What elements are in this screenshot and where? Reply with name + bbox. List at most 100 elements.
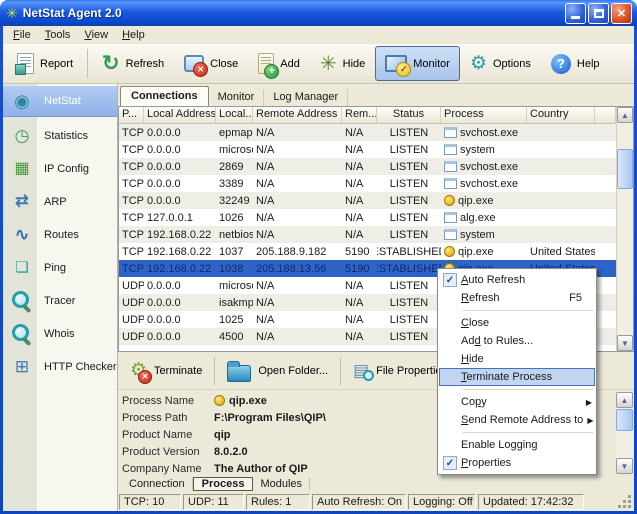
title-bar[interactable]: ✳ NetStat Agent 2.0 ✕ — [0, 0, 637, 26]
scroll-track[interactable] — [616, 408, 633, 458]
minimize-button[interactable] — [565, 3, 586, 24]
toolbar-add-button[interactable]: Add — [248, 46, 310, 81]
column-header-local_port[interactable]: Local... — [216, 107, 253, 123]
resize-grip[interactable] — [618, 494, 633, 510]
cell-text: 205.188.9.182 — [256, 246, 326, 258]
toolbar-hide-button[interactable]: ✳Hide — [310, 46, 375, 81]
sidebar-item-ping[interactable]: ❏Ping — [3, 251, 117, 284]
toolbar-monitor-button[interactable]: Monitor — [375, 46, 460, 81]
table-row[interactable]: TCP0.0.0.0microso...N/AN/ALISTENsystem — [119, 141, 633, 158]
column-header-remote_address[interactable]: Remote Address — [253, 107, 342, 123]
toolbar-options-button[interactable]: ⚙Options — [460, 46, 541, 81]
scroll-up-icon[interactable]: ▲ — [617, 107, 633, 123]
table-row[interactable]: TCP0.0.0.032249N/AN/ALISTENqip.exe — [119, 192, 633, 209]
column-header-country[interactable]: Country — [527, 107, 595, 123]
cell-text: N/A — [345, 178, 363, 190]
table-row[interactable]: TCP0.0.0.0epmapN/AN/ALISTENsvchost.exe — [119, 124, 633, 141]
cell-text: microso... — [219, 280, 253, 292]
field-value-text: The Author of QIP — [214, 463, 308, 475]
cell-text: UDP — [122, 314, 144, 326]
cell-text: N/A — [345, 280, 363, 292]
cell-local_address: 0.0.0.0 — [144, 331, 216, 343]
sidebar-item-ip-config[interactable]: ▦IP Config — [3, 152, 117, 185]
window-process-icon — [444, 144, 457, 155]
scroll-up-icon[interactable]: ▲ — [616, 392, 633, 408]
context-menu-item-refresh[interactable]: RefreshF5 — [439, 289, 595, 307]
column-header-process[interactable]: Process — [441, 107, 527, 123]
toolbar-help-button[interactable]: ?Help — [541, 46, 610, 81]
cell-text: N/A — [256, 297, 274, 309]
process-terminate-button[interactable]: ⚙Terminate — [120, 359, 212, 382]
menubar-item-help[interactable]: Help — [115, 28, 152, 42]
scroll-down-icon[interactable]: ▼ — [616, 458, 633, 474]
cell-text: system — [460, 229, 495, 241]
cell-local_address: 192.168.0.22 — [144, 263, 216, 275]
context-menu-item-terminate-process[interactable]: Terminate Process — [439, 368, 595, 386]
bottom-tab-connection[interactable]: Connection — [122, 478, 193, 490]
scroll-track[interactable] — [617, 123, 633, 335]
column-header-spacer[interactable] — [595, 107, 616, 123]
sidebar-item-tracer[interactable]: Tracer — [3, 284, 117, 317]
process-open-folder-button[interactable]: Open Folder... — [217, 358, 338, 384]
table-row[interactable]: TCP0.0.0.02869N/AN/ALISTENsvchost.exe — [119, 158, 633, 175]
column-header-remote_port[interactable]: Rem... — [342, 107, 377, 123]
details-scrollbar[interactable]: ▲ ▼ — [616, 392, 633, 474]
column-header-protocol[interactable]: P... — [119, 107, 144, 123]
bottom-tab-modules[interactable]: Modules — [253, 478, 310, 490]
context-menu-item-add-to-rules[interactable]: Add to Rules... — [439, 332, 595, 350]
field-label: Process Path — [122, 412, 214, 424]
menubar-item-tools[interactable]: Tools — [38, 28, 78, 42]
table-row[interactable]: TCP192.168.0.221037205.188.9.1825190ESTA… — [119, 243, 633, 260]
sidebar-item-statistics[interactable]: ◷Statistics — [3, 119, 117, 152]
scroll-thumb[interactable] — [617, 149, 633, 189]
sidebar-item-whois[interactable]: Whois — [3, 317, 117, 350]
context-menu-item-close[interactable]: Close — [439, 314, 595, 332]
context-menu-item-auto-refresh[interactable]: ✓Auto Refresh — [439, 271, 595, 289]
cell-text: isakmp — [219, 297, 253, 309]
bottom-tab-strip: ConnectionProcessModules — [118, 476, 634, 492]
context-menu-item-enable-logging[interactable]: Enable Logging — [439, 436, 595, 454]
context-menu-item-copy[interactable]: Copy▶ — [439, 393, 595, 411]
netstat-icon: ◉ — [14, 92, 30, 110]
column-header-status[interactable]: Status — [377, 107, 441, 123]
scroll-thumb[interactable] — [616, 409, 633, 431]
cell-remote_address: N/A — [253, 178, 342, 190]
toolbar-refresh-button[interactable]: ↻Refresh — [92, 46, 174, 81]
cell-text: N/A — [345, 297, 363, 309]
table-row[interactable]: TCP0.0.0.03389N/AN/ALISTENsvchost.exe — [119, 175, 633, 192]
cell-text: N/A — [345, 127, 363, 139]
window-process-icon — [444, 229, 457, 240]
cell-remote_address: N/A — [253, 280, 342, 292]
close-button[interactable]: ✕ — [611, 3, 632, 24]
context-menu-item-hide[interactable]: Hide — [439, 350, 595, 368]
table-scrollbar[interactable]: ▲ ▼ — [616, 107, 633, 351]
context-menu-item-properties[interactable]: ✓Properties — [439, 454, 595, 472]
sidebar-item-arp[interactable]: ⇄ARP — [3, 185, 117, 218]
status-cell-updated: Updated: 17:42:32 — [478, 494, 584, 510]
column-header-local_address[interactable]: Local Address — [144, 107, 216, 123]
cell-local_address: 0.0.0.0 — [144, 280, 216, 292]
window-process-icon — [444, 161, 457, 172]
tab-log-manager[interactable]: Log Manager — [264, 89, 348, 106]
menu-check-gutter: ✓ — [439, 456, 461, 470]
scroll-down-icon[interactable]: ▼ — [617, 335, 633, 351]
menubar-item-view[interactable]: View — [77, 28, 115, 42]
toolbar-report-button[interactable]: Report — [7, 46, 83, 81]
tab-connections[interactable]: Connections — [120, 86, 209, 106]
sidebar-item-http-checker[interactable]: ⊞HTTP Checker — [3, 350, 117, 383]
sidebar-icon-wrap — [8, 289, 36, 313]
sidebar-item-netstat[interactable]: ◉NetStat — [3, 86, 117, 117]
sidebar-item-routes[interactable]: ∿Routes — [3, 218, 117, 251]
table-row[interactable]: TCP192.168.0.22netbios...N/AN/ALISTENsys… — [119, 226, 633, 243]
table-row[interactable]: TCP127.0.0.11026N/AN/ALISTENalg.exe — [119, 209, 633, 226]
tab-monitor[interactable]: Monitor — [209, 89, 265, 106]
menubar-item-file[interactable]: File — [6, 28, 38, 42]
context-menu-item-send-remote-address-to[interactable]: Send Remote Address to▶ — [439, 411, 595, 429]
bottom-tab-process[interactable]: Process — [193, 477, 254, 491]
field-label: Product Name — [122, 429, 214, 441]
cell-status: LISTEN — [377, 331, 441, 343]
cell-status: LISTEN — [377, 229, 441, 241]
maximize-button[interactable] — [588, 3, 609, 24]
toolbar-close-button[interactable]: Close — [174, 46, 248, 81]
cell-process: system — [441, 144, 527, 156]
